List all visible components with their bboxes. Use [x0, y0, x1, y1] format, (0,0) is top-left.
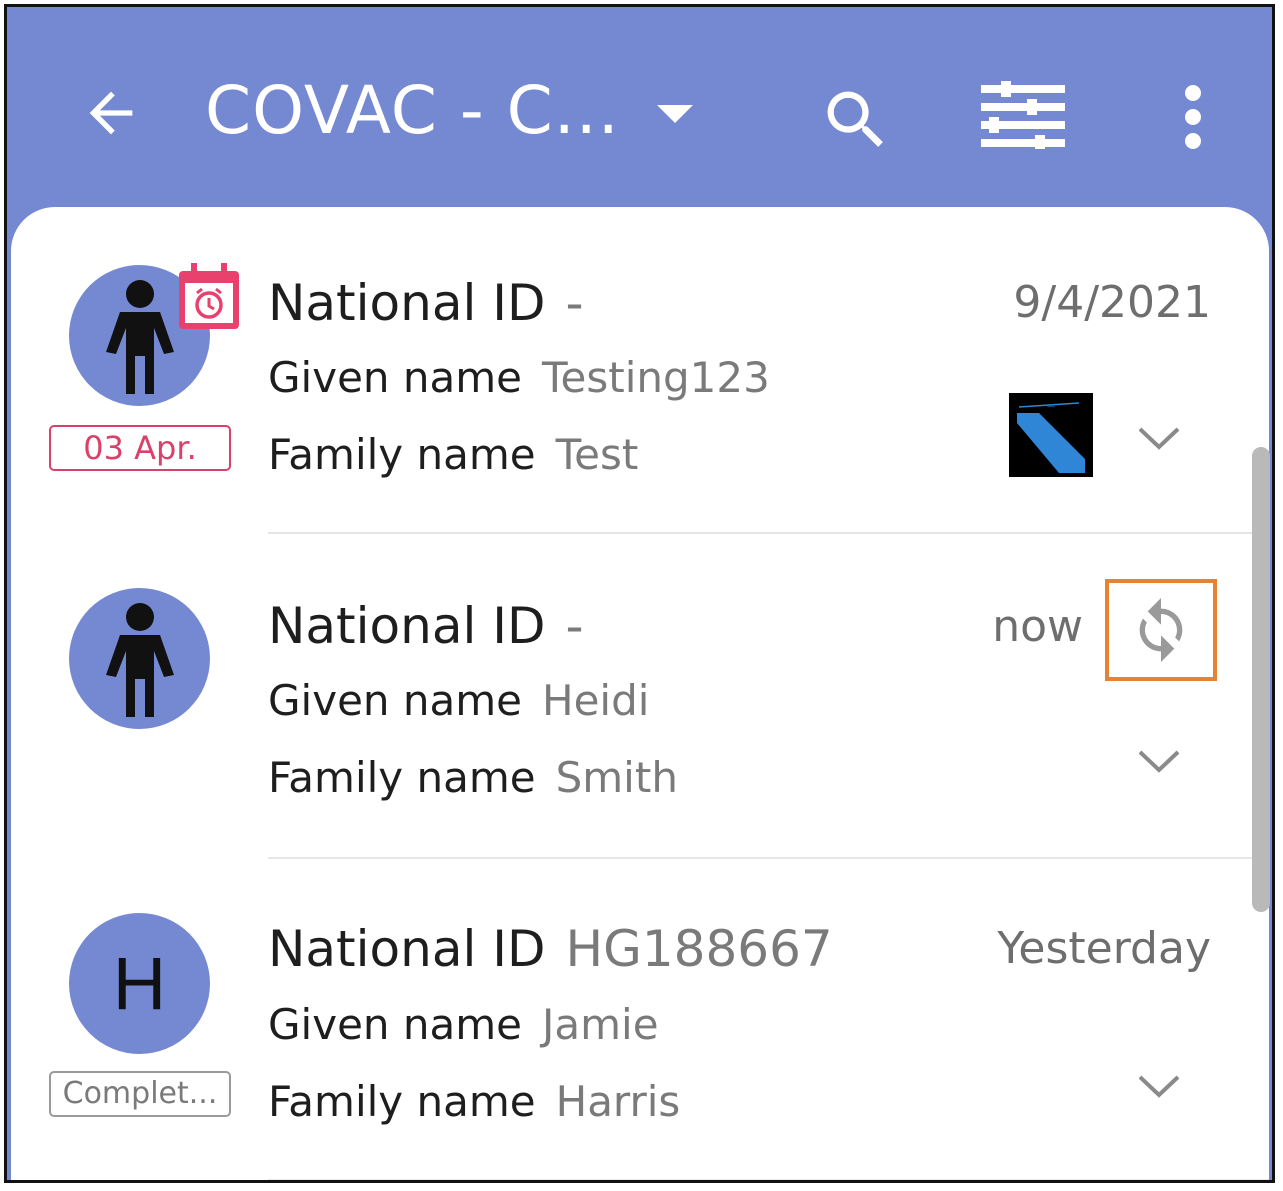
family-name-value: Harris [555, 1077, 681, 1126]
national-id-value: HG188667 [565, 920, 833, 978]
last-updated-date: Yesterday [997, 923, 1211, 974]
given-name-line: Given name Testing123 [268, 348, 770, 408]
sync-icon [1139, 598, 1183, 662]
given-name-value: Jamie [542, 1000, 659, 1049]
more-vert-icon[interactable] [1173, 81, 1213, 153]
status-chip: Complet... [49, 1071, 231, 1117]
given-name-value: Heidi [542, 676, 650, 725]
family-name-label: Family name [268, 753, 536, 802]
last-updated-date: 9/4/2021 [1013, 277, 1211, 328]
list-divider [268, 1179, 1269, 1180]
given-name-label: Given name [268, 1000, 522, 1049]
last-updated-date: now [992, 601, 1083, 652]
family-name-value: Test [555, 430, 639, 479]
family-name-label: Family name [268, 1077, 536, 1126]
family-name-value: Smith [555, 753, 678, 802]
calendar-alarm-icon [177, 263, 241, 331]
expand-chevron-icon[interactable] [1136, 746, 1182, 776]
national-id-line: National ID - [268, 596, 584, 656]
national-id-line: National ID HG188667 [268, 919, 833, 979]
given-name-label: Given name [268, 353, 522, 402]
list-item[interactable]: 03 Apr. National ID - Given name Testing12… [11, 207, 1269, 530]
family-name-line: Family name Smith [268, 748, 678, 808]
family-name-line: Family name Harris [268, 1072, 680, 1132]
family-name-line: Family name Test [268, 425, 638, 485]
list-item[interactable]: H Complet... National ID HG188667 Given n… [11, 857, 1269, 1180]
avatar-letter-badge: H [69, 913, 210, 1054]
avatar-initial: H [112, 942, 167, 1025]
sync-button[interactable] [1105, 579, 1217, 681]
caret-down-icon[interactable] [647, 89, 703, 139]
national-id-line: National ID - [268, 273, 584, 333]
national-id-value: - [565, 597, 584, 655]
scrollbar-thumb[interactable] [1252, 447, 1270, 912]
due-date-chip: 03 Apr. [49, 425, 231, 471]
program-thumbnail-image: — [1009, 393, 1093, 477]
given-name-line: Given name Heidi [268, 671, 649, 731]
list-item[interactable]: National ID - Given name Heidi Family name… [11, 532, 1269, 855]
app-frame: COVAC - C... 03 Apr. National ID - Given… [4, 4, 1275, 1183]
national-id-label: National ID [268, 274, 546, 332]
filter-icon[interactable] [975, 77, 1071, 153]
back-arrow-icon[interactable] [75, 77, 147, 149]
national-id-value: - [565, 274, 584, 332]
svg-text:—: — [1047, 402, 1055, 411]
national-id-label: National ID [268, 597, 546, 655]
given-name-label: Given name [268, 676, 522, 725]
family-name-label: Family name [268, 430, 536, 479]
top-app-bar: COVAC - C... [7, 7, 1272, 222]
tei-list: 03 Apr. National ID - Given name Testing12… [11, 207, 1269, 1180]
person-icon [69, 588, 210, 729]
national-id-label: National ID [268, 920, 546, 978]
given-name-value: Testing123 [542, 353, 770, 402]
program-title[interactable]: COVAC - C... [205, 71, 620, 151]
given-name-line: Given name Jamie [268, 995, 659, 1055]
search-icon[interactable] [815, 79, 897, 161]
expand-chevron-icon[interactable] [1136, 423, 1182, 453]
expand-chevron-icon[interactable] [1136, 1071, 1182, 1101]
